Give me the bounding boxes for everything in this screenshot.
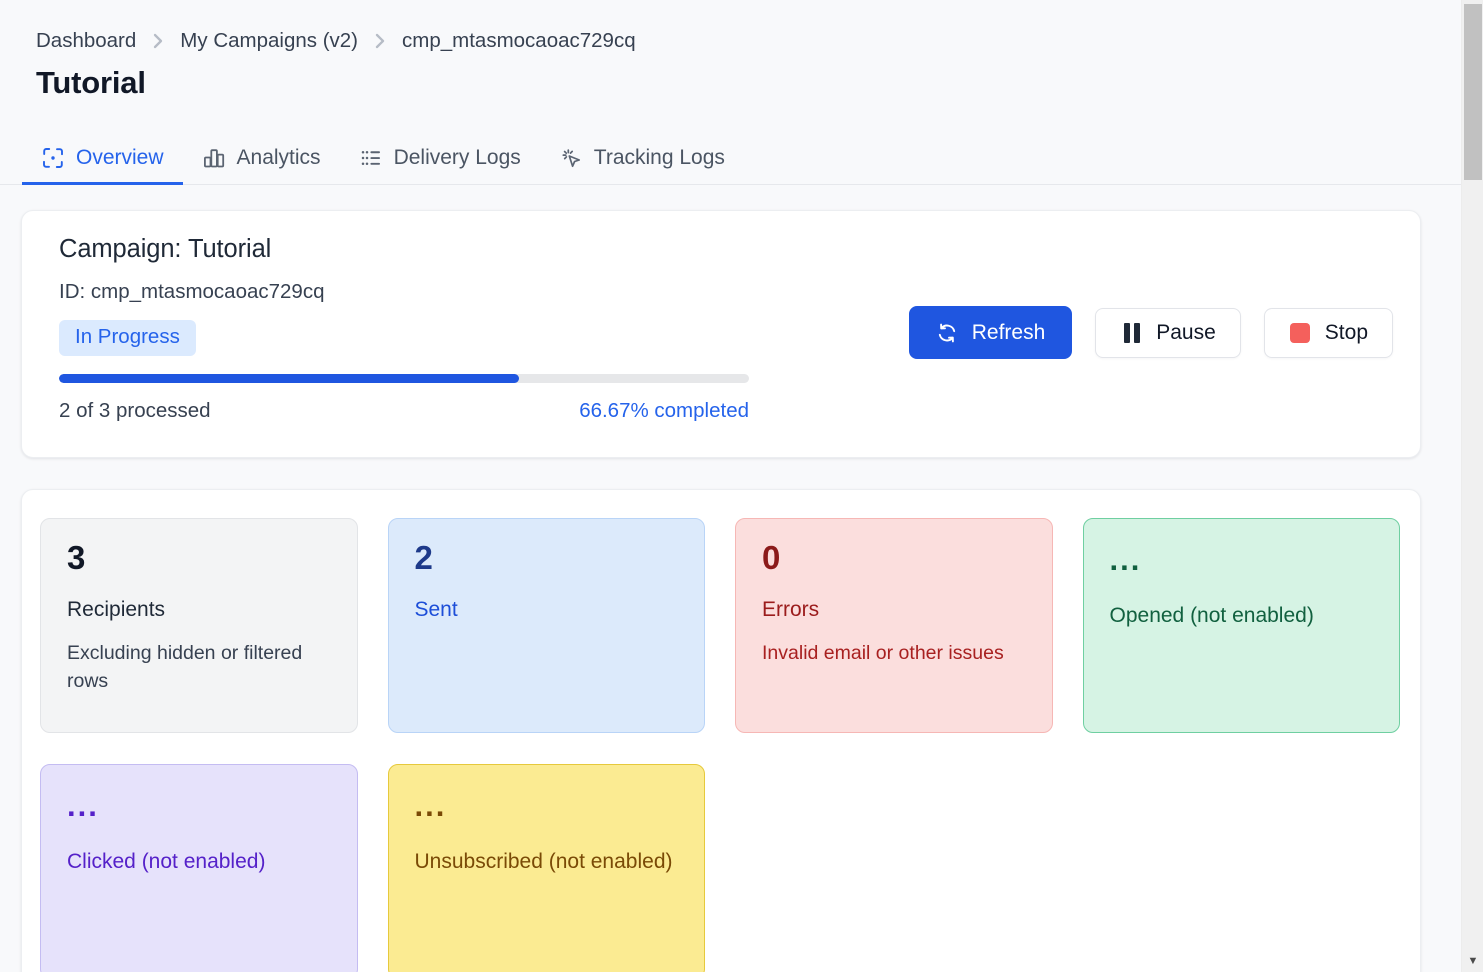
tab-delivery-logs-label: Delivery Logs [394,147,521,168]
tab-analytics[interactable]: Analytics [183,131,340,184]
campaign-stats-card: 3 Recipients Excluding hidden or filtered … [21,489,1421,972]
tab-overview-label: Overview [76,147,164,168]
chevron-right-icon [372,31,388,51]
page-scroll-region: Dashboard My Campaigns (v2) cmp_mtasmoca… [0,0,1461,972]
stat-label: Clicked (not enabled) [67,848,332,875]
stat-card: ... Clicked (not enabled) [40,764,358,972]
tab-overview[interactable]: Overview [22,131,183,184]
campaign-name: Campaign: Tutorial [40,235,1392,264]
tab-tracking-logs-label: Tracking Logs [594,147,725,168]
vertical-scrollbar[interactable]: ▼ [1461,0,1483,972]
list-icon [359,146,383,170]
refresh-button[interactable]: Refresh [909,306,1073,359]
pause-icon [1120,321,1143,344]
stat-card: ... Opened (not enabled) [1083,518,1401,733]
campaign-actions: Refresh Pause Stop [909,306,1393,359]
stats-grid: 3 Recipients Excluding hidden or filtered … [40,518,1400,972]
tab-tracking-logs[interactable]: Tracking Logs [540,131,744,184]
stat-label: Opened (not enabled) [1110,602,1375,629]
refresh-button-label: Refresh [972,321,1046,345]
bar-chart-icon [202,146,226,170]
status-badge: In Progress [59,320,196,356]
page-title: Tutorial [0,53,1461,101]
campaign-id: ID: cmp_mtasmocaoac729cq [40,280,1392,304]
tab-delivery-logs[interactable]: Delivery Logs [340,131,540,184]
stat-value: 0 [762,541,1027,574]
stop-icon [1289,321,1312,344]
stop-button-label: Stop [1325,321,1368,345]
progress-bar [59,374,749,383]
scroll-down-arrow-icon[interactable]: ▼ [1462,956,1483,967]
pause-button-label: Pause [1156,321,1216,345]
stat-value: ... [415,787,680,826]
breadcrumb-item-campaign-id: cmp_mtasmocaoac729cq [402,29,636,53]
scan-icon [41,146,65,170]
stat-value: 3 [67,541,332,574]
breadcrumb: Dashboard My Campaigns (v2) cmp_mtasmoca… [0,0,1461,53]
progress-labels: 2 of 3 processed 66.67% completed [59,399,749,423]
campaign-summary-card: Campaign: Tutorial ID: cmp_mtasmocaoac72… [21,210,1421,458]
completed-percent: 66.67% completed [579,399,749,423]
stat-card: 3 Recipients Excluding hidden or filtered … [40,518,358,733]
stat-card: 2 Sent [388,518,706,733]
stop-button[interactable]: Stop [1264,308,1393,358]
cursor-click-icon [559,146,583,170]
processed-count: 2 of 3 processed [59,399,211,423]
stat-label: Errors [762,596,1027,623]
tab-bar: Overview Analytics [0,131,1461,185]
scrollbar-thumb[interactable] [1464,4,1482,180]
pause-button[interactable]: Pause [1095,308,1241,358]
refresh-icon [936,321,959,344]
breadcrumb-item-dashboard[interactable]: Dashboard [36,29,136,53]
stat-sublabel: Excluding hidden or filtered rows [67,640,332,695]
stat-value: ... [67,787,332,826]
stat-card: 0 Errors Invalid email or other issues [735,518,1053,733]
stat-value: 2 [415,541,680,574]
stat-sublabel: Invalid email or other issues [762,640,1027,668]
stat-label: Unsubscribed (not enabled) [415,848,680,875]
tab-analytics-label: Analytics [237,147,321,168]
breadcrumb-item-my-campaigns[interactable]: My Campaigns (v2) [180,29,358,53]
stat-value: ... [1110,541,1375,580]
stat-label: Sent [415,596,680,623]
stat-card: ... Unsubscribed (not enabled) [388,764,706,972]
progress-bar-fill [59,374,519,383]
chevron-right-icon [150,31,166,51]
stat-label: Recipients [67,596,332,623]
